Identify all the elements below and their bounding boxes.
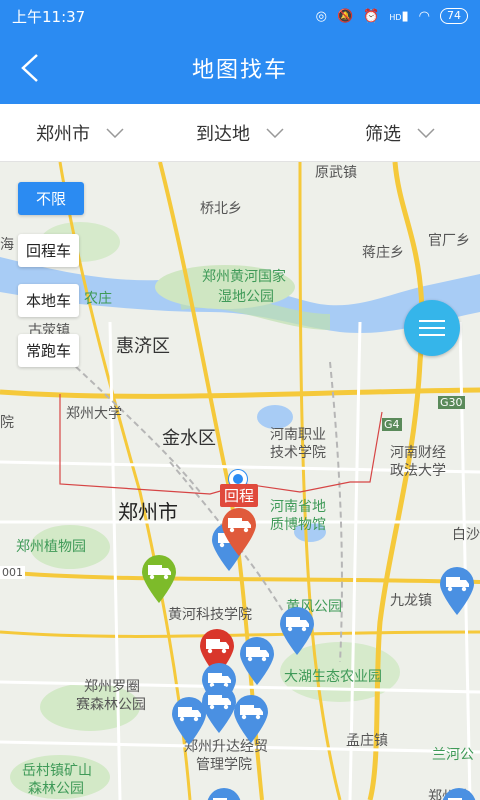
map-label: 赛森林公园 — [76, 697, 146, 713]
map-label: 001 — [0, 566, 25, 579]
status-bar: 上午11:37 ◎ 🔕 ⏰ HD▮ ◠ 74 — [0, 0, 480, 32]
map-label: 惠济区 — [116, 336, 170, 357]
mute-icon: 🔕 — [336, 8, 354, 24]
map-label: 大湖生态农业园 — [284, 669, 382, 685]
map-label: 河南省地 — [270, 499, 326, 515]
map-label: 官厂乡 — [428, 233, 470, 249]
map-label: 孟庄镇 — [346, 733, 388, 749]
map-label: 湿地公园 — [218, 289, 274, 305]
map-label: 兰河公 — [432, 747, 474, 763]
truck-pin-icon[interactable] — [232, 694, 270, 744]
map-label: G4 — [382, 418, 402, 431]
menu-button[interactable] — [404, 300, 460, 356]
filter-label: 郑州市 — [36, 123, 90, 145]
filter-screen[interactable]: 筛选 — [320, 104, 480, 161]
wifi-icon: ◠ — [418, 8, 430, 24]
map-label: 质博物馆 — [270, 517, 326, 533]
signal-icon: HD▮ — [389, 8, 409, 24]
vehicle-type-return[interactable]: 回程车 — [18, 234, 80, 267]
map-label: 白沙 — [452, 527, 480, 543]
map-label: 管理学院 — [196, 757, 252, 773]
filter-label: 到达地 — [196, 123, 250, 145]
map-label: G30 — [438, 396, 465, 409]
map-label: 郑州植物园 — [16, 539, 86, 555]
nfc-icon: ◎ — [315, 8, 327, 24]
map-label: 金水区 — [162, 428, 216, 449]
map-label: 原武镇 — [315, 165, 357, 181]
map-label: 海 — [0, 237, 14, 253]
truck-pin-icon[interactable] — [238, 636, 276, 686]
truck-pin-icon[interactable] — [278, 606, 316, 656]
map-label: 九龙镇 — [390, 593, 432, 609]
return-route-label: 回程 — [220, 484, 259, 507]
truck-pin-icon[interactable] — [438, 566, 476, 616]
map-label: 农庄 — [84, 291, 112, 307]
status-icons: ◎ 🔕 ⏰ HD▮ ◠ 74 — [316, 8, 468, 24]
menu-icon-line — [419, 327, 445, 329]
map-label: 郑州罗圈 — [84, 679, 140, 695]
chevron-down-icon — [106, 127, 124, 138]
truck-pin-icon[interactable] — [205, 787, 243, 800]
app-header: 地图找车 — [0, 32, 480, 104]
chevron-left-icon — [21, 54, 38, 82]
filter-destination[interactable]: 到达地 — [160, 104, 320, 161]
truck-pin-icon[interactable] — [220, 507, 258, 557]
map-label: 岳村镇矿山 — [22, 763, 92, 779]
map-label: 郑州黄河国家 — [202, 269, 286, 285]
vehicle-type-local[interactable]: 本地车 — [18, 284, 80, 317]
map-label: 院 — [0, 415, 14, 431]
truck-pin-icon[interactable] — [140, 554, 178, 604]
alarm-icon: ⏰ — [363, 8, 380, 24]
vehicle-type-all[interactable]: 不限 — [18, 182, 84, 215]
map-label: 河南职业 — [270, 427, 326, 443]
map-label: 技术学院 — [270, 445, 326, 461]
menu-icon-line — [419, 320, 445, 322]
truck-pin-icon[interactable] — [440, 787, 478, 800]
map-view[interactable]: 原武镇 桥北乡 海 蒋庄乡 官厂乡 郑州黄河国家 湿地公园 农庄 古荥镇 惠济区… — [0, 162, 480, 800]
map-label: 政法大学 — [390, 463, 446, 479]
map-label: 森林公园 — [28, 781, 84, 797]
chevron-down-icon — [417, 127, 435, 138]
battery-icon: 74 — [440, 8, 468, 24]
back-button[interactable] — [10, 48, 50, 88]
map-label: 河南财经 — [390, 445, 446, 461]
map-label: 郑州大学 — [66, 406, 122, 422]
map-label: 桥北乡 — [200, 201, 242, 217]
page-title: 地图找车 — [191, 58, 288, 83]
filter-bar: 郑州市 到达地 筛选 — [0, 104, 480, 162]
chevron-down-icon — [266, 127, 284, 138]
status-time: 上午11:37 — [12, 7, 86, 26]
filter-label: 筛选 — [365, 123, 401, 145]
map-label: 黄河科技学院 — [168, 607, 252, 623]
filter-origin-city[interactable]: 郑州市 — [0, 104, 160, 161]
map-label: 郑州市 — [118, 500, 178, 524]
vehicle-type-regular[interactable]: 常跑车 — [18, 334, 80, 367]
map-label: 蒋庄乡 — [362, 245, 404, 261]
menu-icon-line — [419, 334, 445, 336]
